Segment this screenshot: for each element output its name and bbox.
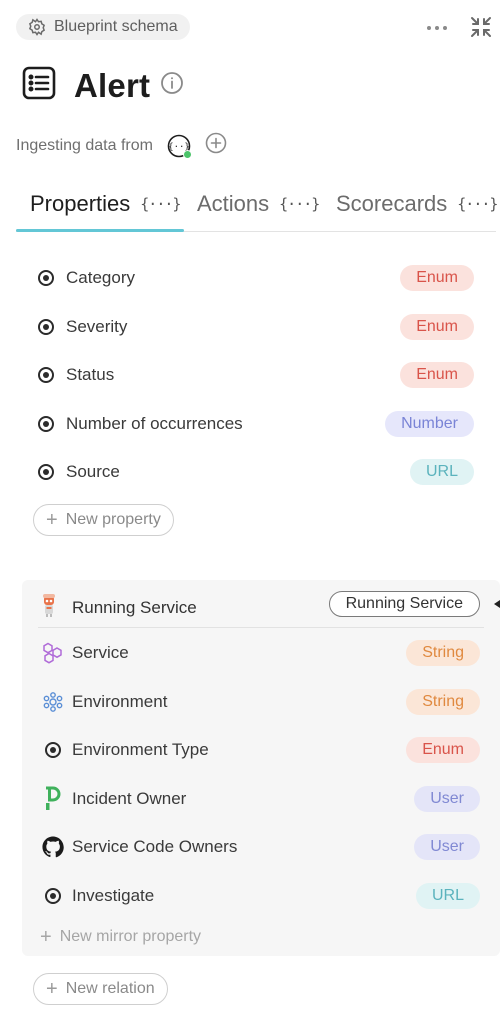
type-badge: Enum [400,314,474,340]
mirror-property-label: Service Code Owners [72,837,238,856]
blueprint-schema-button[interactable]: Blueprint schema [16,14,190,40]
arrow-left-icon [494,600,500,608]
environment-icon [42,691,64,713]
github-icon [42,836,64,858]
collapse-icon[interactable] [470,16,492,43]
mirror-property-row[interactable]: Investigate URL [42,882,480,910]
braces-icon: {···} [279,195,320,213]
info-icon[interactable] [160,71,184,100]
property-label: Status [66,365,115,384]
pagerduty-icon [42,786,64,810]
property-row[interactable]: Severity Enum [38,313,474,341]
tab-properties[interactable]: Properties {···} [30,176,181,232]
page-title: Alert [74,66,151,104]
more-options-icon[interactable] [424,18,450,38]
property-row[interactable]: Status Enum [38,361,474,389]
mirror-property-row[interactable]: Service Code Owners User [42,833,480,861]
relation-row[interactable]: Running Service Running Service [38,588,500,628]
type-badge: Enum [406,737,480,763]
property-label: Category [66,268,135,287]
relation-target-badge[interactable]: Running Service [328,591,480,617]
mirror-property-row[interactable]: Incident Owner User [42,785,480,813]
type-badge: URL [415,883,480,909]
new-mirror-property-button[interactable]: + New mirror property [40,927,201,947]
enum-icon [38,270,54,286]
property-row[interactable]: Source URL [38,458,474,486]
mirror-property-label: Investigate [72,886,155,905]
braces-icon: {···} [457,195,498,213]
relation-panel: Running Service Running Service Service … [22,580,500,956]
type-badge: Enum [400,265,474,291]
property-label: Number of occurrences [66,414,243,433]
webhook-source-icon[interactable]: {··} [167,134,192,159]
tab-actions[interactable]: Actions {···} [197,176,320,232]
property-label: Severity [66,317,128,336]
new-property-label: New property [65,511,161,528]
ingest-label: Ingesting data from [16,136,153,154]
mirror-property-row[interactable]: Service String [42,639,480,667]
new-relation-label: New relation [65,980,155,997]
mirror-property-label: Environment [72,692,168,711]
service-icon [42,642,64,664]
plus-icon: + [40,926,52,948]
ingest-row: Ingesting data from {··} [16,132,227,159]
relation-label: Running Service [72,597,197,617]
property-row[interactable]: Number of occurrences Number [38,410,474,438]
online-status-dot [182,149,192,159]
mirror-property-label: Incident Owner [72,789,187,808]
type-badge: User [414,834,480,860]
list-icon [22,66,56,105]
gear-icon [28,18,46,36]
type-badge: User [414,786,480,812]
add-source-icon[interactable] [205,132,227,159]
mirror-property-label: Environment Type [72,740,209,759]
tab-scorecards-label: Scorecards [336,191,448,216]
type-badge: Enum [400,362,474,388]
url-icon [42,885,64,907]
mirror-property-row[interactable]: Environment String [42,688,480,716]
top-bar: Blueprint schema [16,14,492,42]
type-badge: String [406,689,480,715]
enum-icon [38,319,54,335]
enum-icon [38,367,54,383]
title-row: Alert [22,66,184,105]
active-tab-indicator [16,229,184,232]
tab-properties-label: Properties [30,191,131,216]
new-mirror-property-label: New mirror property [59,928,202,945]
url-icon [38,464,54,480]
number-icon [38,416,54,432]
type-badge: String [406,640,480,666]
tab-bar: Properties {···} Actions {···} Scorecard… [16,176,498,232]
tab-scorecards[interactable]: Scorecards {···} [336,176,498,232]
mirror-property-label: Service [72,643,129,662]
property-row[interactable]: Category Enum [38,264,474,292]
mirror-property-row[interactable]: Environment Type Enum [42,736,480,764]
enum-icon [42,739,64,761]
blueprint-schema-label: Blueprint schema [54,18,178,35]
tab-actions-label: Actions [197,191,270,216]
plus-icon: + [46,509,58,531]
new-relation-button[interactable]: + New relation [33,973,168,1005]
type-badge: URL [409,459,474,485]
type-badge: Number [385,411,474,437]
property-label: Source [66,462,120,481]
robot-icon [38,593,60,622]
plus-icon: + [46,978,58,1000]
braces-icon: {···} [140,195,181,213]
new-property-button[interactable]: + New property [33,504,174,536]
